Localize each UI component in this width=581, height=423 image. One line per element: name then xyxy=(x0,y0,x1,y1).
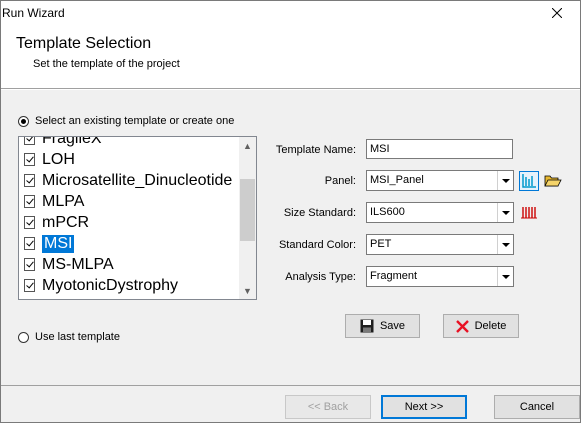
standard-color-select[interactable]: PET xyxy=(366,234,514,255)
analysis-type-value: Fragment xyxy=(370,270,418,282)
close-button[interactable] xyxy=(534,1,580,25)
title-bar: Run Wizard xyxy=(1,1,580,25)
open-panel-button[interactable] xyxy=(543,171,563,191)
last-template-label: Use last template xyxy=(35,331,120,343)
analysis-type-dropdown-button[interactable] xyxy=(497,267,513,286)
template-list-item[interactable]: Microsatellite_Dinucleotide xyxy=(19,170,239,191)
template-checkbox[interactable] xyxy=(24,216,35,229)
size-standard-value: ILS600 xyxy=(370,206,405,218)
wizard-header: Template Selection Set the template of t… xyxy=(1,25,580,90)
size-standard-select[interactable]: ILS600 xyxy=(366,202,514,223)
template-checkbox[interactable] xyxy=(24,237,35,250)
template-list[interactable]: FragileX LOH Microsatellite_Dinucleotide ML… xyxy=(18,136,257,300)
footer-divider xyxy=(1,385,580,386)
existing-template-option[interactable]: Select an existing template or create on… xyxy=(18,115,234,127)
run-wizard-window: Run Wizard Template Selection Set the te… xyxy=(0,0,581,423)
last-template-radio[interactable] xyxy=(18,331,29,343)
template-label: FragileX xyxy=(42,136,102,147)
template-label: Microsatellite_Dinucleotide xyxy=(42,171,233,189)
back-button[interactable]: << Back xyxy=(285,395,371,419)
template-list-item[interactable]: MLPA xyxy=(19,191,239,212)
delete-button[interactable]: Delete xyxy=(443,314,519,338)
template-label: MLPA xyxy=(42,192,85,210)
template-name-label: Template Name: xyxy=(275,144,356,156)
template-checkbox[interactable] xyxy=(24,195,35,208)
standard-color-value: PET xyxy=(370,238,392,250)
save-label: Save xyxy=(379,320,406,332)
page-subtitle: Set the template of the project xyxy=(33,58,180,70)
save-button[interactable]: Save xyxy=(345,314,420,338)
template-list-item[interactable]: FragileX xyxy=(19,136,239,149)
template-list-item[interactable]: MS-MLPA xyxy=(19,254,239,275)
standard-color-dropdown-button[interactable] xyxy=(497,235,513,254)
panel-label: Panel: xyxy=(324,175,356,187)
template-checkbox[interactable] xyxy=(24,258,35,271)
template-checkbox[interactable] xyxy=(24,174,35,187)
template-label: LOH xyxy=(42,150,75,168)
panel-manager-button[interactable] xyxy=(519,171,539,191)
template-label: mPCR xyxy=(42,213,90,231)
chevron-down-icon xyxy=(501,178,510,183)
size-standard-label: Size Standard: xyxy=(283,207,356,219)
template-checkbox[interactable] xyxy=(24,153,35,166)
close-icon xyxy=(552,8,562,18)
template-list-item[interactable]: MyotonicDystrophy xyxy=(19,275,239,296)
panel-dropdown-button[interactable] xyxy=(497,171,513,190)
template-checkbox[interactable] xyxy=(24,137,35,145)
header-divider xyxy=(1,89,580,90)
template-label: MS-MLPA xyxy=(42,255,114,273)
panel-chart-icon xyxy=(522,174,536,188)
template-list-items: FragileX LOH Microsatellite_Dinucleotide ML… xyxy=(19,136,239,296)
standard-color-label: Standard Color: xyxy=(278,239,356,251)
cancel-button[interactable]: Cancel xyxy=(494,395,580,419)
delete-label: Delete xyxy=(474,320,507,332)
cancel-label: Cancel xyxy=(519,401,555,413)
template-label: MSI xyxy=(42,234,75,253)
next-button[interactable]: Next >> xyxy=(381,395,467,419)
template-list-item[interactable]: LOH xyxy=(19,149,239,170)
template-label: MyotonicDystrophy xyxy=(42,276,179,294)
template-checkbox[interactable] xyxy=(24,279,35,292)
chevron-down-icon xyxy=(501,274,510,279)
size-standard-icon xyxy=(521,207,537,219)
back-label: << Back xyxy=(307,401,349,413)
existing-template-radio[interactable] xyxy=(18,115,29,127)
template-list-item[interactable]: MSI xyxy=(19,233,239,254)
scroll-down-icon[interactable]: ▼ xyxy=(239,282,256,299)
page-title: Template Selection xyxy=(16,35,152,52)
size-standard-manager-button[interactable] xyxy=(519,202,539,222)
chevron-down-icon xyxy=(501,242,510,247)
folder-open-icon xyxy=(544,175,562,187)
last-template-option[interactable]: Use last template xyxy=(18,331,120,343)
existing-template-label: Select an existing template or create on… xyxy=(35,115,235,127)
save-icon xyxy=(360,319,374,333)
analysis-type-select[interactable]: Fragment xyxy=(366,266,514,287)
window-title: Run Wizard xyxy=(2,6,65,20)
chevron-down-icon xyxy=(501,210,510,215)
size-standard-dropdown-button[interactable] xyxy=(497,203,513,222)
template-name-input[interactable]: MSI xyxy=(366,139,513,159)
delete-icon xyxy=(455,319,469,333)
template-list-item[interactable]: mPCR xyxy=(19,212,239,233)
next-label: Next >> xyxy=(404,401,444,413)
panel-value: MSI_Panel xyxy=(370,174,424,186)
analysis-type-label: Analysis Type: xyxy=(285,271,356,283)
panel-select[interactable]: MSI_Panel xyxy=(366,170,514,191)
